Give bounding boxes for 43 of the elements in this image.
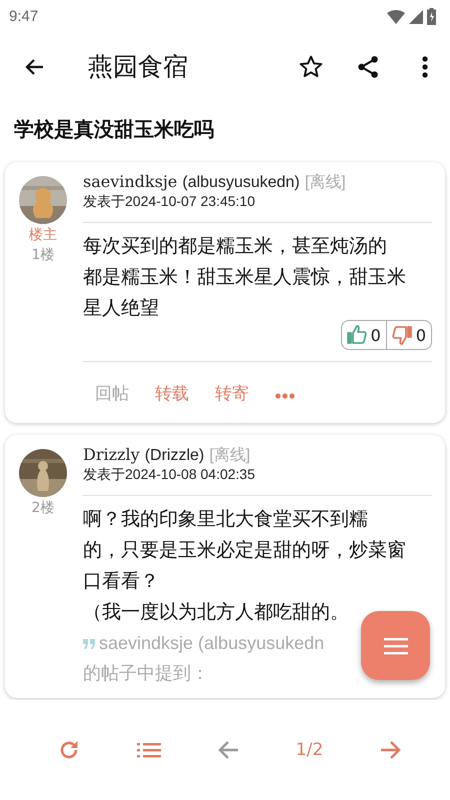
more-vertical-icon	[422, 56, 428, 78]
menu-icon	[384, 636, 408, 654]
post-text-line: 星人绝望	[83, 296, 159, 321]
signal-icon	[409, 10, 423, 24]
poster-label: 楼主	[29, 226, 57, 244]
app-title: 燕园食宿	[88, 51, 189, 83]
post-text-line: 的，只要是玉米必定是甜的呀，炒菜窗	[83, 538, 406, 563]
quote-author: saevindksje (albusyusukedn	[99, 633, 324, 653]
floor-number: 1楼	[32, 246, 54, 264]
post-date: 发表于2024-10-07 23:45:10	[83, 193, 256, 211]
post-text-line: （我一度以为北方人都吃甜的。	[83, 600, 349, 625]
username: Drizzly	[83, 445, 140, 464]
online-status: [离线]	[209, 447, 250, 464]
list-icon	[136, 742, 161, 758]
thread-title: 学校是真没甜玉米吃吗	[14, 116, 215, 143]
thumbs-up-icon	[346, 325, 367, 345]
action-button[interactable]: 转载	[155, 382, 189, 405]
post-text-line: 每次买到的都是糯玉米，甚至炖汤的	[83, 234, 387, 259]
left-arrow-icon	[217, 740, 240, 760]
upvote-button[interactable]: 0	[342, 321, 386, 349]
more-icon	[275, 392, 295, 398]
quote-icon	[83, 639, 95, 650]
nickname: (albusyusukedn)	[182, 174, 300, 191]
username: saevindksje	[83, 172, 178, 191]
right-arrow-icon	[380, 740, 402, 760]
page-indicator[interactable]: 1/2	[290, 734, 330, 766]
quote-intro: 的帖子中提到：	[83, 662, 209, 685]
thumbs-down-icon	[392, 325, 412, 345]
floor-number: 2楼	[32, 499, 54, 517]
post-text-line: 都是糯玉米！甜玉米星人震惊，甜玉米	[83, 265, 406, 290]
downvote-button[interactable]: 0	[386, 321, 431, 349]
nickname: (Drizzle)	[144, 447, 204, 464]
status-time: 9:47	[9, 8, 38, 25]
wifi-icon	[387, 10, 405, 24]
menu-button[interactable]	[361, 611, 430, 680]
refresh-icon	[58, 739, 80, 761]
battery-icon	[427, 8, 436, 25]
post-text-line: 啊？我的印象里北大食堂买不到糯	[83, 507, 368, 532]
online-status: [离线]	[304, 174, 346, 191]
star-icon	[298, 54, 324, 80]
post-date: 发表于2024-10-08 04:02:35	[83, 466, 256, 484]
post-text-line: 口看看？	[83, 569, 159, 594]
action-button[interactable]: 转寄	[215, 382, 249, 405]
